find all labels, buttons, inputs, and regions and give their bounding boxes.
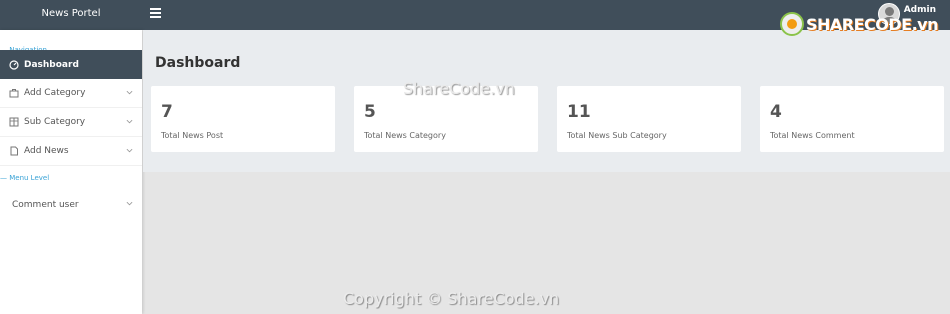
section-label-navigation: Navigation xyxy=(0,30,142,54)
sidebar-item-comment-user[interactable]: Comment user xyxy=(0,190,142,219)
stat-value: 4 xyxy=(770,102,782,122)
sidebar-item-label: Sub Category xyxy=(24,117,86,127)
stat-value: 7 xyxy=(161,102,173,122)
columns-icon xyxy=(8,117,19,128)
sidebar-item-dashboard[interactable]: Dashboard xyxy=(0,50,142,79)
document-icon xyxy=(8,146,19,157)
stat-label: Total News Sub Category xyxy=(567,131,667,140)
hamburger-menu-icon[interactable] xyxy=(150,8,161,19)
stat-card-news-sub-category[interactable]: 11 Total News Sub Category xyxy=(557,86,741,152)
stat-value: 5 xyxy=(364,102,376,122)
sharecode-logo-icon xyxy=(780,12,804,36)
sidebar-item-add-news[interactable]: Add News xyxy=(0,137,142,166)
watermark-logo: SHARECODE.vn xyxy=(780,12,939,36)
watermark-logo-text: SHARECODE.vn xyxy=(806,14,939,34)
chevron-down-icon[interactable] xyxy=(126,200,133,207)
sidebar-item-sub-category[interactable]: Sub Category xyxy=(0,108,142,137)
sidebar-item-label: Comment user xyxy=(12,199,79,210)
sidebar-item-add-category[interactable]: Add Category xyxy=(0,79,142,108)
stat-label: Total News Comment xyxy=(770,131,855,140)
sidebar-item-label: Add Category xyxy=(24,88,86,98)
gauge-icon xyxy=(8,59,19,70)
briefcase-icon xyxy=(8,88,19,99)
sidebar: Navigation Dashboard Add Category Sub Ca… xyxy=(0,30,142,314)
section-label-menu-level: Menu Level xyxy=(0,166,142,190)
brand-title[interactable]: News Portel xyxy=(0,0,142,30)
chevron-down-icon[interactable] xyxy=(126,147,133,154)
page-title: Dashboard xyxy=(155,55,241,71)
stat-label: Total News Category xyxy=(364,131,446,140)
chevron-down-icon[interactable] xyxy=(126,118,133,125)
stat-label: Total News Post xyxy=(161,131,224,140)
watermark-copyright: Copyright © ShareCode.vn xyxy=(343,289,560,308)
stat-value: 11 xyxy=(567,102,591,122)
stat-card-news-comment[interactable]: 4 Total News Comment xyxy=(760,86,944,152)
chevron-down-icon[interactable] xyxy=(126,89,133,96)
stat-card-news-post[interactable]: 7 Total News Post xyxy=(151,86,335,152)
watermark-center: ShareCode.vn xyxy=(403,79,515,98)
sidebar-item-label: Add News xyxy=(24,146,69,156)
sidebar-item-label: Dashboard xyxy=(24,59,79,70)
